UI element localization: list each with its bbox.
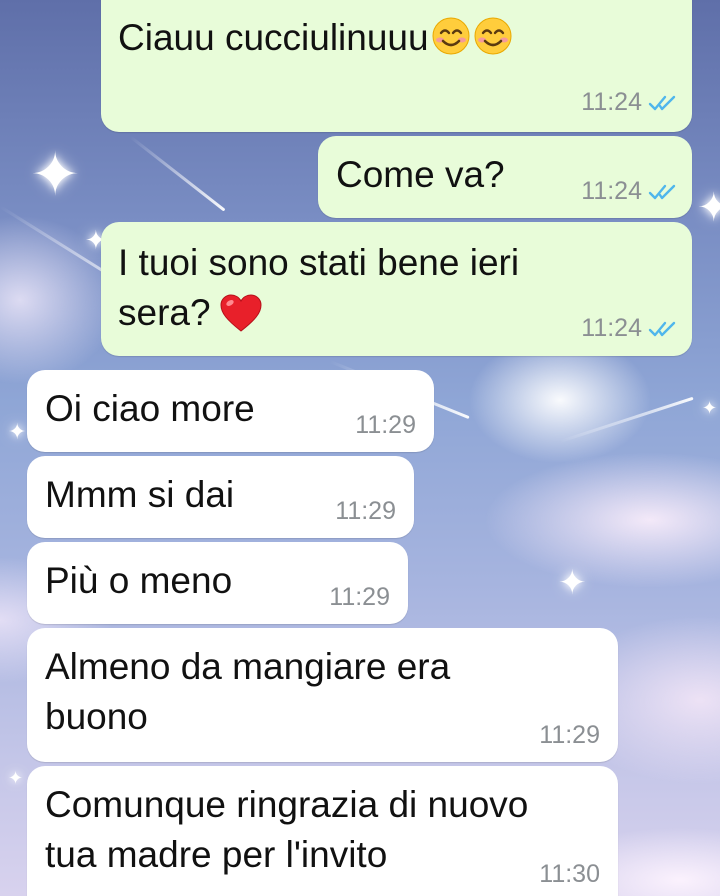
message-timestamp: 11:29 [355, 411, 416, 439]
incoming-message-bubble[interactable]: Oi ciao more 11:29 [27, 370, 434, 452]
message-line: buono [45, 696, 148, 737]
message-text: Ciauu cucciulinuuu [118, 13, 513, 63]
message-meta: 11:30 [539, 860, 600, 889]
outgoing-message-bubble[interactable]: Come va? 11:24 [318, 136, 692, 218]
message-line: Comunque ringrazia di nuovo [45, 784, 529, 825]
wallpaper-star-icon: ✦ [558, 563, 587, 603]
message-text: I tuoi sono stati bene ieri sera? [118, 238, 519, 338]
message-meta: 11:24 [581, 177, 678, 206]
message-meta: 11:29 [335, 497, 396, 526]
message-line: Almeno da mangiare era [45, 646, 451, 687]
wallpaper-star-icon: ✦ [702, 398, 718, 419]
incoming-message-bubble[interactable]: Almeno da mangiare era buono 11:29 [27, 628, 618, 762]
message-text: Più o meno [45, 560, 233, 601]
red-heart-icon [220, 294, 262, 332]
message-line: I tuoi sono stati bene ieri [118, 242, 520, 283]
message-meta: 11:29 [329, 583, 390, 612]
message-text: Oi ciao more [45, 388, 255, 429]
incoming-message-bubble[interactable]: Più o meno 11:29 [27, 542, 408, 624]
message-timestamp: 11:24 [581, 314, 642, 342]
wallpaper-light-streak [129, 135, 226, 212]
message-line: sera? [118, 288, 519, 338]
message-meta: 11:24 [581, 314, 678, 343]
double-check-read-icon [648, 184, 676, 199]
message-timestamp: 11:24 [581, 88, 642, 116]
wallpaper-light-streak [559, 396, 694, 443]
message-text: Come va? [336, 154, 505, 195]
message-meta: 11:24 [581, 88, 678, 117]
message-timestamp: 11:29 [335, 497, 396, 525]
wallpaper-star-icon: ✦ [697, 185, 720, 231]
message-text: Almeno da mangiare era buono [45, 642, 450, 742]
incoming-message-bubble[interactable]: Comunque ringrazia di nuovo tua madre pe… [27, 766, 618, 896]
message-text: Mmm si dai [45, 474, 235, 515]
double-check-read-icon [648, 321, 676, 336]
message-text: Comunque ringrazia di nuovo tua madre pe… [45, 780, 528, 880]
message-line: tua madre per l'invito [45, 834, 388, 875]
smiling-face-icon [474, 17, 512, 55]
wallpaper-star-icon: ✦ [30, 140, 81, 210]
wallpaper-star-icon: ✦ [8, 768, 24, 789]
message-meta: 11:29 [539, 721, 600, 750]
message-timestamp: 11:29 [539, 721, 600, 749]
double-check-read-icon [648, 95, 676, 110]
message-timestamp: 11:30 [539, 860, 600, 888]
incoming-message-bubble[interactable]: Mmm si dai 11:29 [27, 456, 414, 538]
message-timestamp: 11:24 [581, 177, 642, 205]
smiling-face-icon [432, 17, 470, 55]
message-timestamp: 11:29 [329, 583, 390, 611]
outgoing-message-bubble[interactable]: I tuoi sono stati bene ieri sera? 11:24 [101, 222, 692, 356]
wallpaper-star-icon: ✦ [8, 420, 27, 445]
outgoing-message-bubble[interactable]: Ciauu cucciulinuuu 11:24 [101, 0, 692, 132]
message-meta: 11:29 [355, 411, 416, 440]
